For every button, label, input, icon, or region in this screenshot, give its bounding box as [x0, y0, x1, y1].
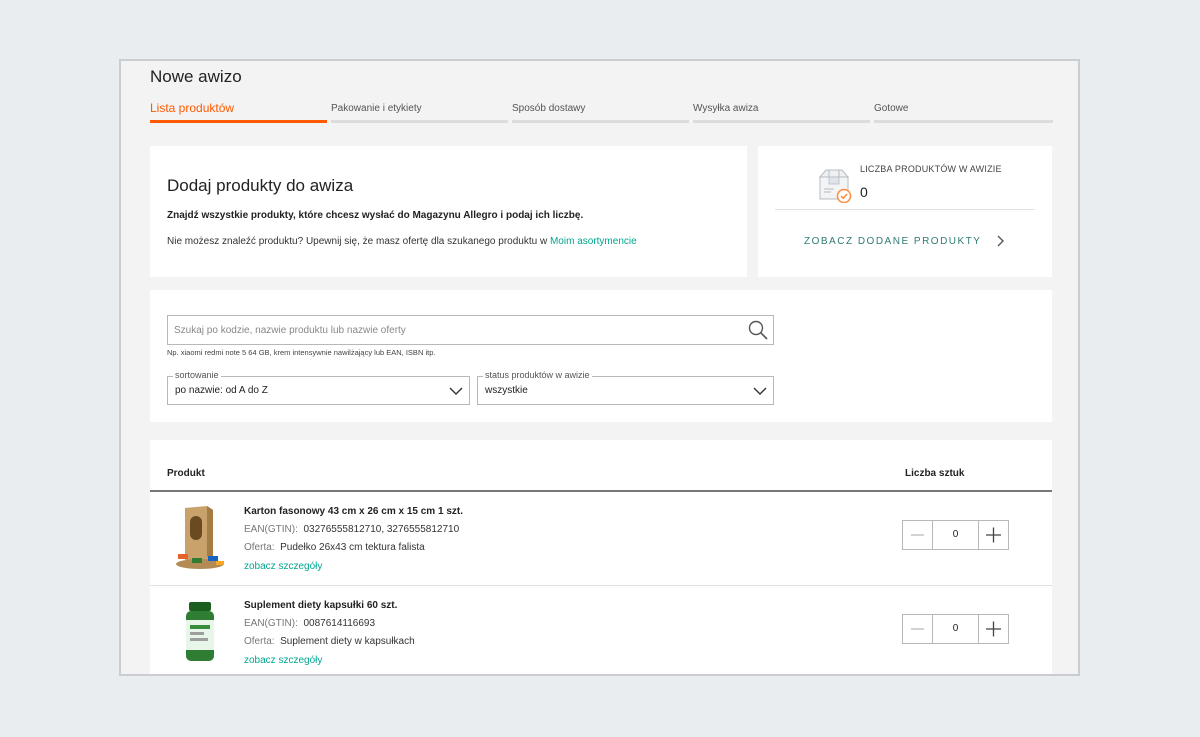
plus-icon[interactable]: [978, 615, 1008, 643]
chevron-down-icon: [753, 387, 767, 395]
product-ean: EAN(GTIN): 03276555812710, 3276555812710: [244, 524, 459, 535]
search-card: Np. xiaomi redmi note 5 64 GB, krem inte…: [150, 290, 1052, 422]
product-name: Suplement diety kapsułki 60 szt.: [244, 600, 398, 611]
product-offer: Oferta: Pudełko 26x43 cm tektura falista: [244, 542, 425, 553]
product-ean: EAN(GTIN): 0087614116693: [244, 618, 375, 629]
step-label: Lista produktów: [150, 101, 235, 115]
chevron-down-icon: [449, 387, 463, 395]
step-progress-bar: [874, 120, 1053, 123]
divider: [775, 209, 1035, 210]
step-send-notice[interactable]: Wysyłka awiza: [693, 99, 870, 123]
step-label: Wysyłka awiza: [693, 103, 759, 114]
step-delivery-method[interactable]: Sposób dostawy: [512, 99, 689, 123]
status-select[interactable]: status produktów w awizie wszystkie: [477, 370, 774, 405]
offer-value: Suplement diety w kapsułkach: [280, 636, 415, 647]
quantity-stepper: 0: [902, 614, 1009, 644]
minus-icon[interactable]: [903, 521, 933, 549]
quantity-value[interactable]: 0: [933, 615, 978, 643]
step-progress-bar: [331, 120, 508, 123]
stepper-nav: Lista produktów Pakowanie i etykiety Spo…: [150, 99, 1053, 123]
product-image-box: [176, 506, 224, 569]
column-header-product: Produkt: [167, 468, 205, 479]
see-added-products-link[interactable]: ZOBACZ DODANE PRODUKTY: [804, 236, 981, 247]
step-progress-bar: [512, 120, 689, 123]
table-row: Karton fasonowy 43 cm x 26 cm x 15 cm 1 …: [150, 492, 1052, 586]
intro-info-text: Nie możesz znaleźć produktu? Upewnij się…: [167, 236, 637, 247]
quantity-value[interactable]: 0: [933, 521, 978, 549]
sort-label: sortowanie: [173, 370, 221, 380]
products-count-label: LICZBA PRODUKTÓW W AWIZIE: [860, 164, 1002, 174]
page-title: Nowe awizo: [150, 67, 242, 86]
summary-card: LICZBA PRODUKTÓW W AWIZIE 0 ZOBACZ DODAN…: [758, 146, 1052, 277]
status-value: wszystkie: [485, 385, 528, 396]
quantity-stepper: 0: [902, 520, 1009, 550]
ean-label: EAN(GTIN):: [244, 618, 298, 629]
products-count-value: 0: [860, 184, 868, 200]
products-table: Produkt Liczba sztuk Karton fasonowy 43 …: [150, 440, 1052, 674]
search-icon[interactable]: [747, 319, 769, 341]
sort-value: po nazwie: od A do Z: [175, 385, 268, 396]
table-row: Suplement diety kapsułki 60 szt. EAN(GTI…: [150, 586, 1052, 674]
status-label: status produktów w awizie: [483, 370, 592, 380]
plus-icon[interactable]: [978, 521, 1008, 549]
search-input[interactable]: [168, 316, 750, 344]
step-label: Sposób dostawy: [512, 103, 586, 114]
chevron-right-icon[interactable]: [994, 234, 1008, 248]
ean-value: 0087614116693: [303, 618, 376, 629]
app-frame: Nowe awizo Lista produktów Pakowanie i e…: [119, 59, 1080, 676]
step-label: Pakowanie i etykiety: [331, 103, 422, 114]
step-product-list[interactable]: Lista produktów: [150, 99, 327, 123]
sort-select[interactable]: sortowanie po nazwie: od A do Z: [167, 370, 470, 405]
product-offer: Oferta: Suplement diety w kapsułkach: [244, 636, 415, 647]
my-assortment-link[interactable]: Moim asortymencie: [550, 236, 637, 247]
step-label: Gotowe: [874, 103, 909, 114]
search-box: [167, 315, 774, 345]
product-image-bottle: [186, 602, 214, 661]
intro-info-prefix: Nie możesz znaleźć produktu? Upewnij się…: [167, 236, 550, 247]
ean-label: EAN(GTIN):: [244, 524, 298, 535]
offer-label: Oferta:: [244, 542, 275, 553]
product-name: Karton fasonowy 43 cm x 26 cm x 15 cm 1 …: [244, 506, 463, 517]
intro-heading: Dodaj produkty do awiza: [167, 176, 354, 195]
step-progress-bar: [693, 120, 870, 123]
step-packing-labels[interactable]: Pakowanie i etykiety: [331, 99, 508, 123]
details-link[interactable]: zobacz szczegóły: [244, 655, 322, 666]
intro-bold-text: Znajdź wszystkie produkty, które chcesz …: [167, 210, 584, 221]
offer-label: Oferta:: [244, 636, 275, 647]
step-progress-bar: [150, 120, 327, 123]
column-header-quantity: Liczba sztuk: [905, 468, 965, 479]
package-check-icon: [818, 169, 852, 203]
step-done[interactable]: Gotowe: [874, 99, 1053, 123]
details-link[interactable]: zobacz szczegóły: [244, 561, 322, 572]
minus-icon[interactable]: [903, 615, 933, 643]
search-hint: Np. xiaomi redmi note 5 64 GB, krem inte…: [167, 348, 436, 357]
intro-card: Dodaj produkty do awiza Znajdź wszystkie…: [150, 146, 747, 277]
ean-value: 03276555812710, 3276555812710: [303, 524, 460, 535]
offer-value: Pudełko 26x43 cm tektura falista: [280, 542, 425, 553]
